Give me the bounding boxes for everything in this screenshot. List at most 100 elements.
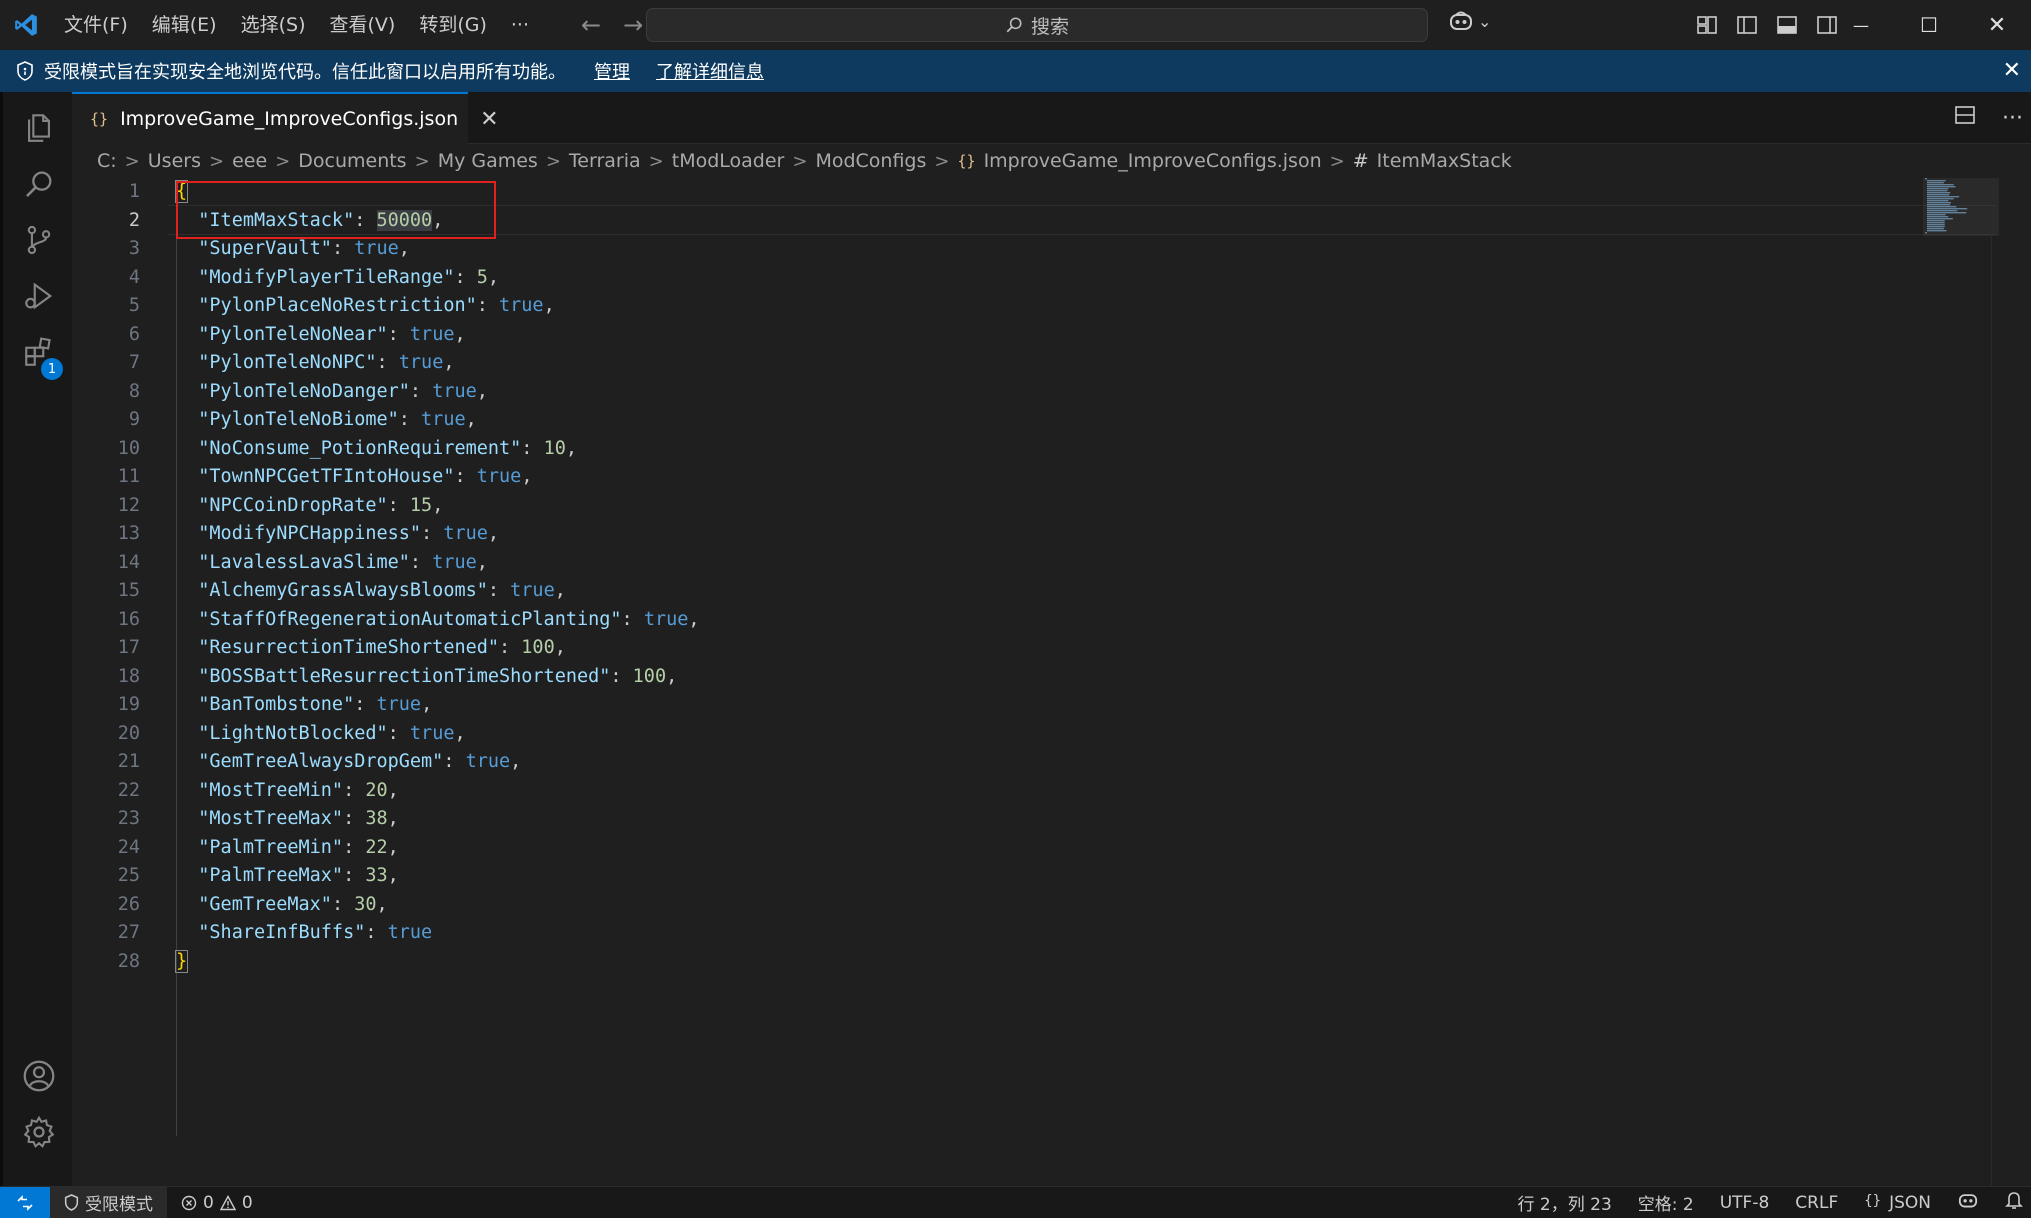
encoding[interactable]: UTF-8 bbox=[1720, 1193, 1770, 1213]
search-placeholder: 搜索 bbox=[1030, 15, 1069, 38]
minimap-line bbox=[1927, 228, 1944, 230]
split-editor-icon[interactable] bbox=[1954, 104, 1976, 132]
cursor-position[interactable]: 行 2，列 23 bbox=[1518, 1190, 1612, 1215]
minimap-line bbox=[1927, 222, 1945, 224]
code-lines[interactable]: { "ItemMaxStack": 50000, "SuperVault": t… bbox=[174, 178, 700, 977]
code-line[interactable]: "PalmTreeMin": 22, bbox=[176, 834, 700, 863]
code-line[interactable]: "LavalessLavaSlime": true, bbox=[176, 549, 700, 578]
breadcrumb-symbol[interactable]: ItemMaxStack bbox=[1377, 150, 1512, 172]
toggle-primary-sidebar-icon[interactable] bbox=[1734, 10, 1760, 40]
banner-close-icon[interactable]: ✕ bbox=[2003, 58, 2021, 83]
explorer-icon[interactable] bbox=[3, 98, 75, 158]
code-line[interactable]: "ModifyPlayerTileRange": 5, bbox=[176, 264, 700, 293]
code-line[interactable]: "SuperVault": true, bbox=[176, 235, 700, 264]
code-line[interactable]: "LightNotBlocked": true, bbox=[176, 720, 700, 749]
maximize-icon[interactable]: ☐ bbox=[1895, 0, 1963, 50]
problems-status[interactable]: 0 0 bbox=[181, 1193, 253, 1213]
forward-arrow-icon[interactable]: → bbox=[623, 11, 643, 39]
code-line[interactable]: "PalmTreeMax": 33, bbox=[176, 862, 700, 891]
code-line[interactable]: "BanTombstone": true, bbox=[176, 691, 700, 720]
breadcrumb-item[interactable]: Terraria bbox=[569, 150, 641, 172]
shield-icon bbox=[64, 1194, 79, 1211]
remote-indicator-icon[interactable] bbox=[0, 1187, 50, 1218]
accounts-icon[interactable] bbox=[3, 1046, 75, 1106]
code-line[interactable]: "PylonTeleNoDanger": true, bbox=[176, 378, 700, 407]
symbol-hash-icon: # bbox=[1352, 150, 1369, 172]
breadcrumb-item[interactable]: ModConfigs bbox=[815, 150, 926, 172]
banner-manage-link[interactable]: 管理 bbox=[594, 58, 630, 84]
code-line[interactable]: "ModifyNPCHappiness": true, bbox=[176, 520, 700, 549]
code-line[interactable]: "ShareInfBuffs": true bbox=[176, 919, 700, 948]
code-line[interactable]: "NPCCoinDropRate": 15, bbox=[176, 492, 700, 521]
language-mode[interactable]: {} JSON bbox=[1864, 1193, 1931, 1213]
line-number: 20 bbox=[117, 722, 140, 744]
code-line[interactable]: "GemTreeAlwaysDropGem": true, bbox=[176, 748, 700, 777]
notifications-bell-icon[interactable] bbox=[2005, 1190, 2023, 1215]
code-line[interactable]: "MostTreeMax": 38, bbox=[176, 805, 700, 834]
breadcrumb-item[interactable]: My Games bbox=[438, 150, 538, 172]
menu-go[interactable]: 转到(G) bbox=[407, 0, 499, 50]
settings-gear-icon[interactable] bbox=[3, 1102, 75, 1162]
breadcrumb-item[interactable]: eee bbox=[232, 150, 267, 172]
code-line[interactable]: "TownNPCGetTFIntoHouse": true, bbox=[176, 463, 700, 492]
minimap-line bbox=[1925, 232, 1927, 234]
code-line[interactable]: "GemTreeMax": 30, bbox=[176, 891, 700, 920]
json-key: "PylonPlaceNoRestriction" bbox=[198, 295, 477, 316]
close-window-icon[interactable]: ✕ bbox=[1963, 0, 2031, 50]
back-arrow-icon[interactable]: ← bbox=[581, 11, 601, 39]
code-line[interactable]: "PylonTeleNoNPC": true, bbox=[176, 349, 700, 378]
code-line[interactable]: "PylonTeleNoNear": true, bbox=[176, 321, 700, 350]
tab-improvegame-config[interactable]: {} ImproveGame_ImproveConfigs.json ✕ bbox=[72, 92, 499, 144]
code-line[interactable]: "StaffOfRegenerationAutomaticPlanting": … bbox=[176, 606, 699, 635]
breadcrumb-item[interactable]: tModLoader bbox=[672, 150, 785, 172]
customize-layout-icon[interactable] bbox=[1694, 10, 1720, 40]
restricted-mode-status[interactable]: 受限模式 bbox=[50, 1187, 167, 1218]
minimap-line bbox=[1927, 184, 1954, 186]
search-icon[interactable] bbox=[3, 154, 75, 214]
json-key: "AlchemyGrassAlwaysBlooms" bbox=[198, 580, 488, 601]
copilot-menu[interactable]: ⌄ bbox=[1448, 10, 1491, 32]
minimize-icon[interactable]: — bbox=[1827, 0, 1895, 50]
code-line[interactable]: } bbox=[174, 948, 700, 977]
menu-more[interactable]: ··· bbox=[499, 0, 541, 50]
run-debug-icon[interactable] bbox=[3, 266, 75, 326]
more-actions-icon[interactable]: ··· bbox=[2002, 106, 2023, 131]
code-line[interactable]: "PylonPlaceNoRestriction": true, bbox=[176, 292, 700, 321]
colon: : bbox=[409, 551, 433, 573]
code-line[interactable]: "ResurrectionTimeShortened": 100, bbox=[176, 634, 700, 663]
toggle-panel-icon[interactable] bbox=[1774, 10, 1800, 40]
code-line[interactable]: "PylonTeleNoBiome": true, bbox=[176, 406, 700, 435]
tab-close-icon[interactable]: ✕ bbox=[480, 107, 498, 132]
line-number: 17 bbox=[117, 637, 140, 658]
indentation-setting[interactable]: 空格: 2 bbox=[1638, 1190, 1694, 1215]
menu-file[interactable]: 文件(F) bbox=[52, 0, 140, 50]
colon: : bbox=[409, 380, 433, 402]
minimap-line bbox=[1927, 196, 1960, 198]
line-ending[interactable]: CRLF bbox=[1795, 1193, 1838, 1213]
breadcrumb-item[interactable]: Documents bbox=[298, 150, 406, 172]
code-line[interactable]: "MostTreeMin": 20, bbox=[176, 777, 700, 806]
copilot-status-icon[interactable] bbox=[1957, 1191, 1979, 1214]
vertical-scrollbar[interactable] bbox=[1991, 178, 1992, 1186]
code-line[interactable]: "NoConsume_PotionRequirement": 10, bbox=[176, 435, 700, 464]
menu-selection[interactable]: 选择(S) bbox=[229, 0, 318, 50]
menu-edit[interactable]: 编辑(E) bbox=[140, 0, 229, 50]
menu-view[interactable]: 查看(V) bbox=[318, 0, 408, 50]
extensions-icon[interactable]: 1 bbox=[3, 322, 75, 382]
json-value: true bbox=[432, 551, 477, 573]
breadcrumb-item[interactable]: C: bbox=[97, 150, 117, 172]
minimap[interactable] bbox=[1925, 178, 1975, 238]
banner-details-link[interactable]: 了解详细信息 bbox=[656, 58, 764, 84]
code-line[interactable]: "BOSSBattleResurrectionTimeShortened": 1… bbox=[176, 663, 700, 692]
json-value: true bbox=[398, 352, 444, 373]
line-number: 24 bbox=[117, 836, 140, 858]
command-center-search[interactable]: 搜索 bbox=[646, 8, 1428, 42]
breadcrumb-item[interactable]: Users bbox=[148, 150, 201, 172]
colon: : bbox=[331, 893, 355, 915]
json-key: "LavalessLavaSlime" bbox=[198, 551, 410, 573]
source-control-icon[interactable] bbox=[3, 210, 75, 270]
code-editor[interactable]: 1 2 3 4 5 6 7 8 9 10 11 12 13 14 15 16 17 18 19 20 21 22 23 24 2… bbox=[72, 178, 2031, 1186]
breadcrumb-file[interactable]: ImproveGame_ImproveConfigs.json bbox=[984, 150, 1322, 172]
comma: , bbox=[510, 751, 522, 772]
code-line[interactable]: "AlchemyGrassAlwaysBlooms": true, bbox=[176, 577, 700, 606]
